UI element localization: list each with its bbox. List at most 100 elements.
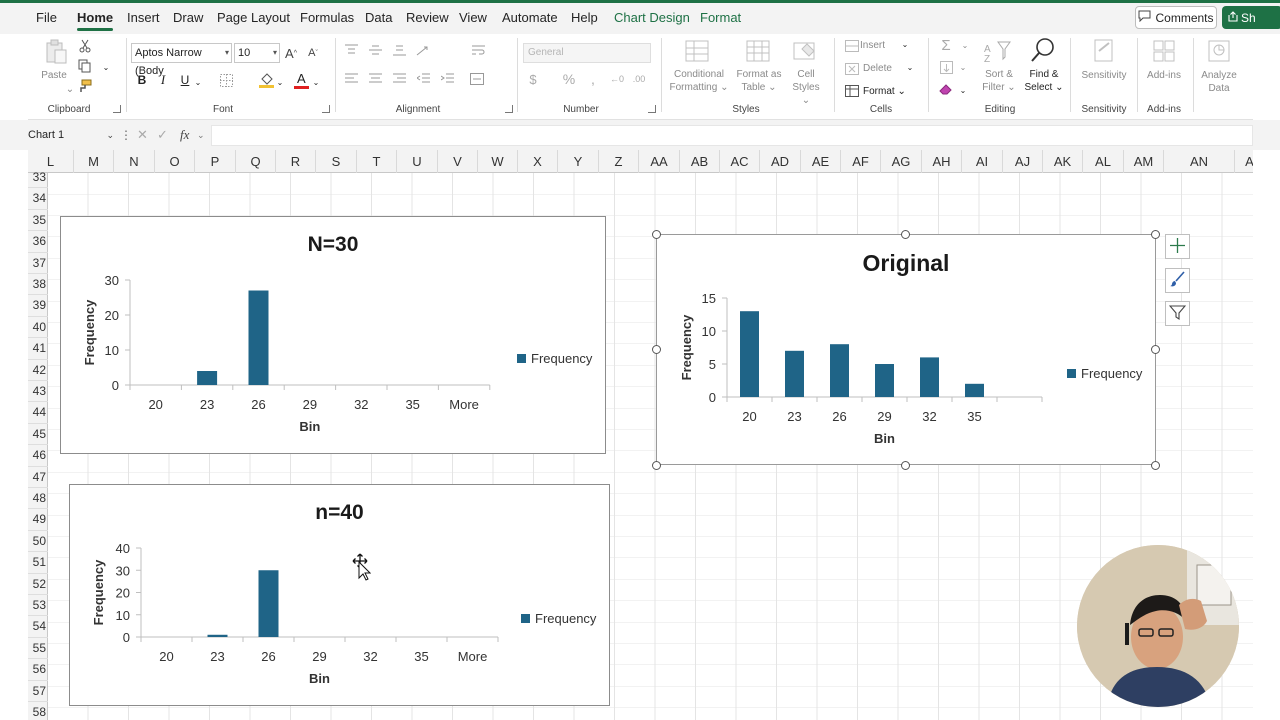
column-header[interactable]: AE (801, 150, 841, 173)
conditional-formatting-label[interactable]: Conditional Formatting ⌄ (662, 68, 736, 94)
column-header[interactable]: U (397, 150, 438, 173)
column-header[interactable]: Z (599, 150, 639, 173)
align-middle-icon[interactable] (367, 42, 383, 58)
row-header[interactable]: 42 (28, 360, 48, 381)
font-size-select[interactable]: 10 ▾ (234, 43, 280, 63)
column-header[interactable]: O (155, 150, 195, 173)
row-header[interactable]: 33 (28, 167, 48, 189)
column-header[interactable]: Q (236, 150, 276, 173)
row-header[interactable]: 39 (28, 295, 48, 317)
column-header[interactable]: S (316, 150, 357, 173)
bold-icon[interactable]: B (135, 72, 149, 88)
comments-button[interactable]: Comments (1135, 6, 1217, 29)
column-header[interactable]: AH (922, 150, 962, 173)
row-header[interactable]: 51 (28, 552, 48, 574)
format-cells-label[interactable]: Format ⌄ (863, 85, 907, 98)
row-header[interactable]: 46 (28, 445, 48, 467)
column-header[interactable]: AC (720, 150, 760, 173)
row-header[interactable]: 48 (28, 488, 48, 510)
comma-style-icon[interactable]: , (586, 71, 600, 87)
copy-dropdown-icon[interactable]: ⌄ (101, 61, 111, 74)
row-header[interactable]: 58 (28, 702, 48, 720)
borders-icon[interactable] (218, 72, 234, 88)
tab-insert[interactable]: Insert (127, 10, 160, 25)
column-header[interactable]: AN (1164, 150, 1235, 173)
chart-original[interactable]: Original 0 5 10 15 20 23 26 29 32 35 Bin Frequency F… (656, 234, 1156, 465)
row-header[interactable]: 44 (28, 402, 48, 424)
chart-n40[interactable]: n=40 0 10 20 30 40 20 23 26 29 32 35 More Bin Frequen… (69, 484, 610, 706)
decrease-decimal-icon[interactable]: .00 (630, 71, 648, 87)
sensitivity-label[interactable]: Sensitivity (1076, 69, 1132, 82)
column-header[interactable]: AA (639, 150, 680, 173)
copy-icon[interactable] (76, 58, 94, 74)
wrap-text-icon[interactable] (470, 42, 486, 58)
column-header[interactable]: M (74, 150, 114, 173)
tab-file[interactable]: File (36, 10, 57, 25)
column-header[interactable]: AF (841, 150, 881, 173)
vertical-scroll-area[interactable] (1253, 150, 1280, 720)
merge-center-icon[interactable] (468, 71, 486, 87)
column-header[interactable]: A (1235, 150, 1253, 173)
paste-label[interactable]: Paste (38, 69, 70, 82)
format-as-table-label[interactable]: Format as Table ⌄ (731, 68, 787, 94)
currency-icon[interactable]: $ (526, 71, 540, 87)
cut-icon[interactable] (76, 38, 94, 54)
increase-decimal-icon[interactable]: ←0 (608, 71, 626, 87)
fill-color-icon[interactable] (258, 70, 274, 90)
sort-filter-icon[interactable]: AZ (984, 37, 1012, 65)
align-center-icon[interactable] (367, 71, 383, 87)
analyze-data-icon[interactable] (1205, 37, 1233, 65)
row-header[interactable]: 54 (28, 616, 48, 638)
paste-icon[interactable] (42, 38, 70, 66)
column-header[interactable]: Y (558, 150, 599, 173)
tab-page-layout[interactable]: Page Layout (217, 10, 290, 25)
column-header[interactable]: P (195, 150, 236, 173)
sort-filter-label[interactable]: Sort & Filter ⌄ (978, 68, 1020, 94)
tab-view[interactable]: View (459, 10, 487, 25)
column-header[interactable]: V (438, 150, 478, 173)
column-header[interactable]: AI (962, 150, 1003, 173)
resize-handle-top-left[interactable] (652, 230, 661, 239)
column-header[interactable]: AG (881, 150, 922, 173)
find-select-icon[interactable] (1028, 35, 1058, 65)
find-select-label[interactable]: Find & Select ⌄ (1022, 68, 1066, 94)
underline-icon[interactable]: U (178, 72, 192, 88)
column-header[interactable]: AJ (1003, 150, 1043, 173)
format-as-table-icon[interactable] (745, 38, 771, 64)
percent-icon[interactable]: % (561, 71, 577, 87)
alignment-launcher-icon[interactable] (505, 105, 513, 113)
chart-filters-button[interactable] (1165, 301, 1190, 326)
tab-help[interactable]: Help (571, 10, 598, 25)
delete-cells-icon[interactable] (844, 62, 860, 76)
cancel-entry-icon[interactable]: ✕ (137, 127, 148, 143)
column-header[interactable]: R (276, 150, 316, 173)
insert-cells-label[interactable]: Insert (860, 39, 900, 52)
column-header[interactable]: AK (1043, 150, 1083, 173)
tab-format[interactable]: Format (700, 10, 741, 25)
formula-dropdown-icon[interactable]: ⌄ (197, 130, 205, 141)
resize-handle-right[interactable] (1151, 345, 1160, 354)
chart-styles-button[interactable] (1165, 268, 1190, 293)
cell-styles-label[interactable]: Cell Styles ⌄ (788, 68, 824, 107)
font-launcher-icon[interactable] (322, 105, 330, 113)
row-header[interactable]: 45 (28, 424, 48, 446)
add-ins-icon[interactable] (1150, 37, 1178, 65)
align-left-icon[interactable] (343, 71, 359, 87)
fill-icon[interactable] (938, 59, 954, 75)
row-header[interactable]: 50 (28, 531, 48, 553)
increase-indent-icon[interactable] (439, 71, 455, 87)
autosum-icon[interactable]: Σ (938, 37, 954, 54)
insert-dropdown-icon[interactable]: ⌄ (901, 38, 909, 51)
column-header[interactable]: N (114, 150, 155, 173)
row-header[interactable]: 55 (28, 638, 48, 660)
fill-color-dropdown-icon[interactable]: ⌄ (276, 76, 284, 89)
row-header[interactable]: 43 (28, 381, 48, 403)
number-format-select[interactable]: General (523, 43, 651, 63)
share-button[interactable]: Sh (1222, 6, 1280, 29)
tab-chart-design[interactable]: Chart Design (614, 10, 690, 25)
row-header[interactable]: 34 (28, 188, 48, 210)
tab-data[interactable]: Data (365, 10, 392, 25)
resize-handle-bottom[interactable] (901, 461, 910, 470)
insert-cells-icon[interactable] (844, 39, 860, 53)
resize-handle-top[interactable] (901, 230, 910, 239)
